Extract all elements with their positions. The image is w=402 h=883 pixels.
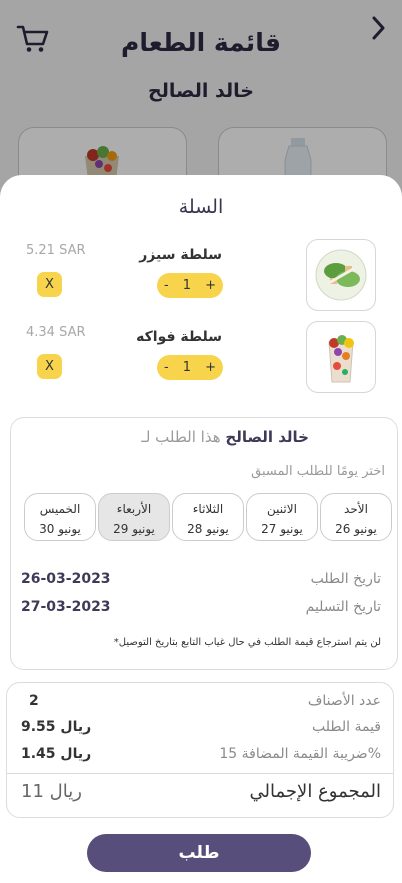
- vat-value: 1.45 ريال: [21, 746, 92, 762]
- quantity-value: 1: [182, 278, 192, 293]
- day-picker: الأحد 26 يونيو الاثنين 27 يونيو الثلاثاء…: [18, 493, 392, 541]
- order-date-row: تاريخ الطلب 26-03-2023: [11, 571, 397, 591]
- order-summary-box: عدد الأصناف 2 قيمة الطلب 9.55 ريال ضريبة…: [6, 682, 394, 818]
- day-option-sunday[interactable]: الأحد 26 يونيو: [320, 493, 392, 541]
- cart-item: سلطة فواكه - 1 + 4.34 SAR X: [0, 321, 402, 393]
- decrease-button[interactable]: -: [164, 278, 169, 293]
- delivery-date-value: 27-03-2023: [21, 599, 111, 615]
- remove-item-button[interactable]: X: [37, 272, 62, 297]
- cart-item: سلطة سيزر - 1 + 5.21 SAR X: [0, 239, 402, 311]
- day-name: الثلاثاء: [192, 502, 224, 516]
- item-price: 4.34 SAR: [26, 325, 86, 340]
- order-date-value: 26-03-2023: [21, 571, 111, 587]
- day-option-monday[interactable]: الاثنين 27 يونيو: [246, 493, 318, 541]
- order-details-box: خالد الصالح هذا الطلب لـ اختر يومًا للطل…: [10, 417, 398, 670]
- pick-day-label: اختر يومًا للطلب المسبق: [251, 464, 385, 479]
- day-option-tuesday[interactable]: الثلاثاء 28 يونيو: [172, 493, 244, 541]
- caesar-salad-image: [306, 239, 376, 311]
- item-name: سلطة سيزر: [139, 247, 222, 263]
- cart-sheet: السلة سلطة سيزر - 1 + 5.21 SAR X سلطة فو…: [0, 175, 402, 883]
- total-value: 11 ريال: [21, 781, 82, 802]
- quantity-stepper: - 1 +: [157, 355, 223, 380]
- refund-note: *لن يتم استرجاع قيمة الطلب في حال غياب ا…: [113, 637, 381, 648]
- day-date: 27 يونيو: [261, 522, 303, 536]
- quantity-stepper: - 1 +: [157, 273, 223, 298]
- day-name: الأربعاء: [116, 502, 152, 516]
- order-value-label: قيمة الطلب: [312, 719, 381, 735]
- submit-order-button[interactable]: طلب: [87, 834, 311, 872]
- delivery-date-row: تاريخ التسليم 27-03-2023: [11, 599, 397, 619]
- cart-title: السلة: [178, 196, 224, 218]
- day-name: الاثنين: [267, 502, 297, 516]
- day-name: الخميس: [39, 502, 81, 516]
- day-date: 29 يونيو: [113, 522, 155, 536]
- item-price: 5.21 SAR: [26, 243, 86, 258]
- increase-button[interactable]: +: [205, 278, 216, 293]
- day-option-thursday[interactable]: الخميس 30 يونيو: [24, 493, 96, 541]
- item-name: سلطة فواكه: [136, 329, 222, 345]
- order-value: 9.55 ريال: [21, 719, 92, 735]
- order-for-line: خالد الصالح هذا الطلب لـ: [141, 428, 309, 446]
- items-count-value: 2: [29, 693, 39, 709]
- delivery-date-label: تاريخ التسليم: [305, 599, 381, 615]
- day-name: الأحد: [344, 502, 368, 516]
- total-label: المجموع الإجمالي: [249, 781, 381, 802]
- quantity-value: 1: [182, 360, 192, 375]
- increase-button[interactable]: +: [205, 360, 216, 375]
- summary-divider: [7, 773, 393, 774]
- vat-label: ضريبة القيمة المضافة 15%: [219, 746, 381, 762]
- remove-item-button[interactable]: X: [37, 354, 62, 379]
- decrease-button[interactable]: -: [164, 360, 169, 375]
- day-date: 26 يونيو: [335, 522, 377, 536]
- day-date: 30 يونيو: [39, 522, 81, 536]
- items-count-label: عدد الأصناف: [307, 693, 381, 709]
- recipient-name[interactable]: خالد الصالح: [225, 428, 309, 446]
- order-for-label: هذا الطلب لـ: [141, 428, 221, 446]
- fruit-salad-image: [306, 321, 376, 393]
- day-option-wednesday[interactable]: الأربعاء 29 يونيو: [98, 493, 170, 541]
- order-date-label: تاريخ الطلب: [310, 571, 381, 587]
- day-date: 28 يونيو: [187, 522, 229, 536]
